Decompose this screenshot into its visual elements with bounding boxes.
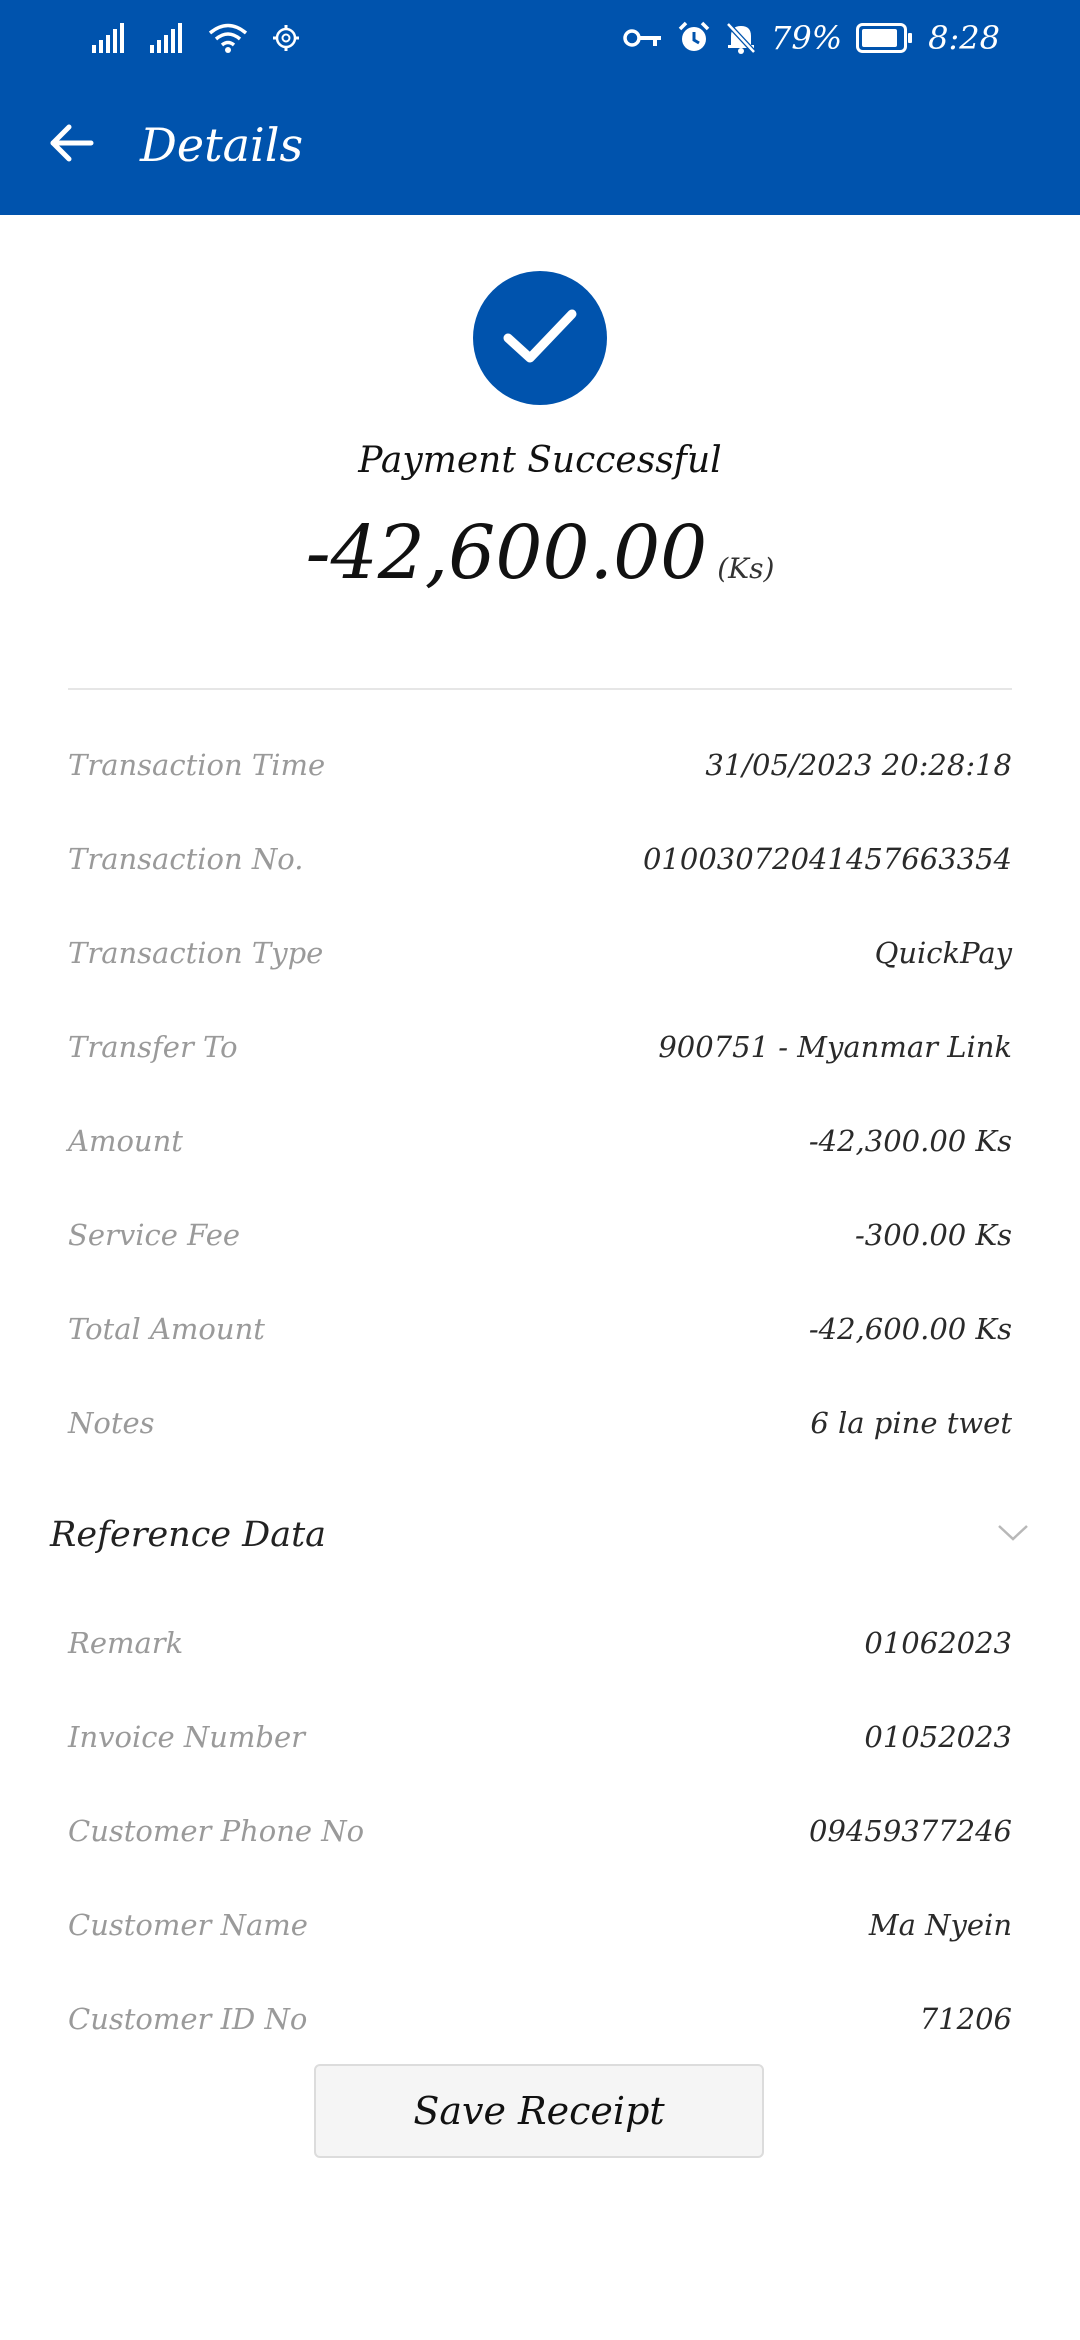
- reference-value: 09459377246: [809, 1814, 1012, 1848]
- chevron-down-icon: [996, 1523, 1030, 1547]
- detail-label: Service Fee: [68, 1218, 241, 1252]
- detail-value: 01003072041457663354: [642, 842, 1012, 876]
- detail-label: Transfer To: [68, 1030, 238, 1064]
- detail-value: -42,600.00 Ks: [808, 1312, 1012, 1346]
- clock: 8:28: [928, 18, 1000, 57]
- detail-label: Transaction Type: [68, 936, 324, 970]
- reference-row-customer-name: Customer Name Ma Nyein: [68, 1878, 1012, 1972]
- notifications-off-icon: [725, 21, 757, 55]
- reference-data-title: Reference Data: [50, 1515, 327, 1555]
- reference-label: Customer Phone No: [68, 1814, 365, 1848]
- detail-value: 900751 - Myanmar Link: [658, 1030, 1012, 1064]
- detail-value: -300.00 Ks: [854, 1218, 1012, 1252]
- app-bar: 79% 8:28 Details: [0, 0, 1080, 215]
- detail-row-transaction-time: Transaction Time 31/05/2023 20:28:18: [68, 718, 1012, 812]
- arrow-left-icon: [49, 123, 95, 167]
- reference-value: 01052023: [864, 1720, 1012, 1754]
- detail-row-total-amount: Total Amount -42,600.00 Ks: [68, 1282, 1012, 1376]
- reference-data-toggle[interactable]: Reference Data: [50, 1500, 1030, 1570]
- wifi-icon: [208, 22, 248, 54]
- payment-amount: -42,600.00 (Ks): [0, 510, 1080, 596]
- status-bar: 79% 8:28: [0, 0, 1080, 75]
- reference-row-customer-phone: Customer Phone No 09459377246: [68, 1784, 1012, 1878]
- settings-gear-icon: [272, 24, 300, 52]
- detail-label: Transaction Time: [68, 748, 326, 782]
- save-receipt-button[interactable]: Save Receipt: [314, 2064, 764, 2158]
- detail-row-amount: Amount -42,300.00 Ks: [68, 1094, 1012, 1188]
- detail-value: -42,300.00 Ks: [808, 1124, 1012, 1158]
- transaction-details: Transaction Time 31/05/2023 20:28:18 Tra…: [68, 718, 1012, 1470]
- battery-percent: 79%: [771, 18, 843, 57]
- back-button[interactable]: [40, 113, 104, 177]
- page-title: Details: [140, 118, 304, 172]
- title-bar: Details: [0, 95, 1080, 195]
- reference-value: 01062023: [864, 1626, 1012, 1660]
- reference-value: Ma Nyein: [868, 1908, 1012, 1942]
- battery-icon: [856, 22, 914, 53]
- alarm-icon: [677, 21, 711, 55]
- payment-status: Payment Successful: [358, 440, 722, 481]
- detail-label: Total Amount: [68, 1312, 265, 1346]
- reference-label: Remark: [68, 1626, 184, 1660]
- reference-label: Customer Name: [68, 1908, 308, 1942]
- detail-value: 6 la pine twet: [810, 1406, 1012, 1440]
- detail-label: Amount: [68, 1124, 183, 1158]
- reference-label: Invoice Number: [68, 1720, 306, 1754]
- amount-currency: (Ks): [717, 552, 775, 585]
- detail-value: QuickPay: [874, 936, 1012, 970]
- divider: [68, 688, 1012, 690]
- reference-row-remark: Remark 01062023: [68, 1596, 1012, 1690]
- success-badge: [473, 271, 607, 405]
- reference-row-customer-id: Customer ID No 71206: [68, 1972, 1012, 2066]
- amount-value: -42,600.00: [305, 510, 708, 596]
- checkmark-icon: [500, 304, 580, 372]
- vpn-key-icon: [623, 26, 663, 50]
- detail-row-transfer-to: Transfer To 900751 - Myanmar Link: [68, 1000, 1012, 1094]
- detail-label: Notes: [68, 1406, 155, 1440]
- reference-label: Customer ID No: [68, 2002, 308, 2036]
- signal-1-icon: [92, 22, 126, 53]
- reference-details: Remark 01062023 Invoice Number 01052023 …: [68, 1596, 1012, 2066]
- signal-2-icon: [150, 22, 184, 53]
- reference-row-invoice-number: Invoice Number 01052023: [68, 1690, 1012, 1784]
- detail-row-transaction-type: Transaction Type QuickPay: [68, 906, 1012, 1000]
- reference-value: 71206: [919, 2002, 1012, 2036]
- detail-value: 31/05/2023 20:28:18: [705, 748, 1012, 782]
- detail-label: Transaction No.: [68, 842, 304, 876]
- detail-row-transaction-no: Transaction No. 01003072041457663354: [68, 812, 1012, 906]
- detail-row-notes: Notes 6 la pine twet: [68, 1376, 1012, 1470]
- detail-row-service-fee: Service Fee -300.00 Ks: [68, 1188, 1012, 1282]
